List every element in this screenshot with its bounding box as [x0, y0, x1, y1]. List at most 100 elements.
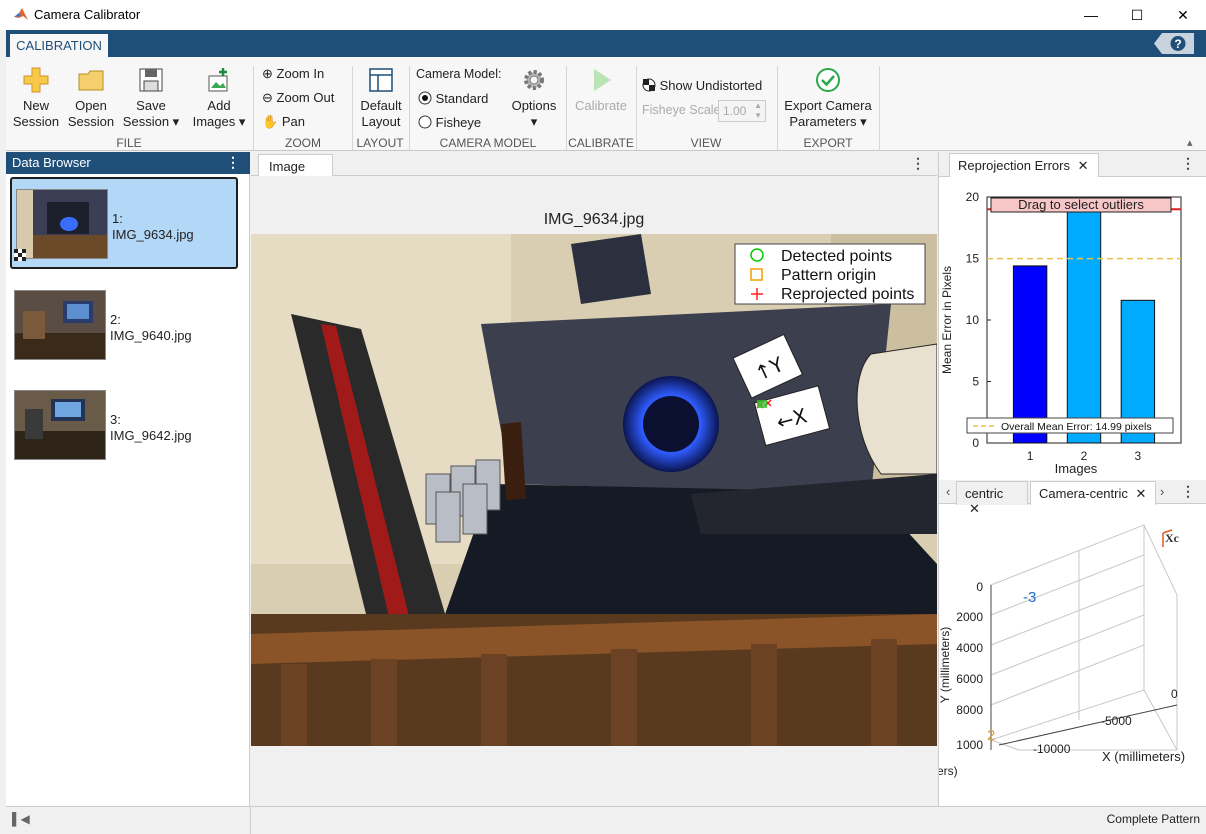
section-export: EXPORT	[803, 136, 853, 150]
svg-text:Xc: Xc	[1165, 531, 1180, 545]
list-item[interactable]: 2: IMG_9640.jpg	[10, 280, 238, 372]
tab-calibration[interactable]: CALIBRATION	[10, 32, 108, 58]
close-button[interactable]: ✕	[1160, 0, 1206, 30]
tab-image[interactable]: Image	[258, 154, 333, 176]
section-calibrate: CALIBRATE	[568, 136, 634, 150]
chevron-down-icon: ▾	[238, 114, 246, 129]
more-options-icon[interactable]: ⋮	[1181, 155, 1195, 172]
tab-camera-centric[interactable]: Camera-centric ✕	[1030, 481, 1156, 505]
export-camera-parameters-button[interactable]: Export Camera Parameters ▾	[782, 66, 874, 130]
list-item[interactable]: 3: IMG_9642.jpg	[10, 380, 238, 472]
scroll-left-icon[interactable]: ‹	[946, 484, 950, 499]
image-tab-bar	[251, 152, 937, 176]
data-browser-header: Data Browser ⋮	[6, 152, 250, 174]
x-tick: 0	[1171, 687, 1178, 701]
y-tick: 6000	[956, 672, 983, 686]
tab-reprojection-errors[interactable]: Reprojection Errors ✕	[949, 153, 1099, 177]
options-button[interactable]: Options ▾	[506, 66, 562, 130]
thumbnail-image	[14, 290, 106, 360]
thumbnail-image	[14, 390, 106, 460]
collapse-ribbon-icon[interactable]: ▴	[1187, 136, 1193, 149]
checkerboard-icon	[642, 78, 656, 92]
x-axis-label: X (millimeters)	[1102, 749, 1185, 764]
more-options-icon[interactable]: ⋮	[911, 155, 925, 172]
bar[interactable]	[1012, 265, 1048, 444]
minimize-button[interactable]: —	[1068, 0, 1114, 30]
thumbnail-image	[16, 189, 108, 259]
show-undistorted-button[interactable]: Show Undistorted	[642, 78, 762, 93]
list-item[interactable]: 1: IMG_9634.jpg	[10, 177, 238, 269]
default-layout-button[interactable]: Default Layout	[356, 66, 406, 130]
floppy-disk-icon	[139, 68, 163, 92]
section-file: FILE	[116, 136, 142, 150]
y-axis-label: Y (millimeters)	[939, 627, 952, 703]
help-icon: ?	[1174, 37, 1181, 51]
zoom-out-button[interactable]: ⊖ Zoom Out	[262, 90, 334, 106]
close-icon[interactable]: ✕	[1078, 158, 1089, 173]
divider	[879, 66, 880, 150]
add-images-button[interactable]: Add Images ▾	[188, 66, 250, 130]
fisheye-radio[interactable]: Fisheye	[418, 115, 481, 130]
camera-axes-icon: Xc	[1162, 529, 1180, 547]
legend-detected: Detected points	[781, 248, 892, 265]
reprojection-errors-chart: 05101520 123 Drag to select outliers Ove…	[940, 190, 1182, 476]
bar[interactable]	[1066, 208, 1102, 444]
y-tick: 2000	[956, 610, 983, 624]
plus-icon	[23, 67, 49, 93]
scroll-right-icon[interactable]: ›	[1160, 484, 1164, 499]
y-tick: 8000	[956, 703, 983, 717]
section-view: VIEW	[690, 136, 722, 150]
mean-legend-text: Overall Mean Error: 14.99 pixels	[1001, 421, 1152, 433]
more-options-icon[interactable]: ⋮	[226, 154, 240, 171]
zoom-out-icon: ⊖	[262, 90, 273, 105]
x-tick-label: 1	[1027, 449, 1034, 463]
calibrate-button[interactable]: Calibrate	[570, 66, 632, 114]
collapse-left-icon[interactable]: ▌◀	[12, 812, 30, 826]
y-tick-label: 10	[966, 313, 980, 327]
extrinsic-marker-2: 2	[987, 727, 995, 744]
chevron-down-icon: ▾	[530, 114, 538, 129]
zoom-in-button[interactable]: ⊕ Zoom In	[262, 66, 324, 82]
gear-icon	[524, 70, 544, 90]
help-button[interactable]: ?	[1154, 33, 1194, 54]
x-tick-label: 3	[1135, 449, 1142, 463]
tab-pattern-centric[interactable]: centric ✕	[956, 481, 1028, 516]
x-tick: -5000	[1101, 714, 1132, 728]
z-axis-label: ers)	[939, 764, 958, 778]
open-session-button[interactable]: Open Session	[66, 66, 116, 130]
y-tick-label: 5	[972, 375, 979, 389]
data-browser: 1: IMG_9634.jpg 2: IMG_9640.jpg 3: IMG_9642…	[6, 174, 250, 806]
section-layout: LAYOUT	[356, 136, 404, 150]
radio-selected-icon	[418, 91, 432, 105]
camera-model-label: Camera Model:	[416, 67, 502, 81]
fisheye-scale-input[interactable]: 1.00 ▲ ▼	[718, 100, 766, 122]
more-options-icon[interactable]: ⋮	[1181, 483, 1195, 500]
y-tick: 1000	[956, 738, 983, 752]
new-session-button[interactable]: New Session	[10, 66, 62, 130]
extrinsic-marker-3: -3	[1023, 589, 1036, 606]
y-tick-label: 0	[972, 436, 979, 450]
save-session-button[interactable]: Save Session ▾	[120, 66, 182, 130]
close-icon[interactable]: ✕	[1135, 486, 1146, 501]
calibration-image: ↑Y ←X Detected points Pattern origin Rep…	[251, 234, 937, 746]
layout-icon	[369, 68, 393, 92]
legend-origin: Pattern origin	[781, 267, 876, 284]
y-tick-label: 15	[966, 252, 980, 266]
chevron-down-icon: ▾	[172, 114, 180, 129]
drag-label: Drag to select outliers	[1018, 197, 1144, 212]
camera-centric-plot: 0 2000 4000 6000 8000 1000 -10000 -5000 …	[939, 524, 1185, 778]
section-camera-model: CAMERA MODEL	[439, 136, 537, 150]
maximize-button[interactable]: ☐	[1114, 0, 1160, 30]
status-bar: ▌◀ Complete Pattern	[6, 806, 1206, 834]
title-bar: Camera Calibrator — ☐ ✕	[0, 0, 1206, 30]
check-circle-icon	[816, 68, 840, 92]
y-axis-label: Mean Error in Pixels	[940, 266, 954, 374]
x-axis-label: Images	[1055, 461, 1098, 476]
matlab-logo-icon	[14, 8, 28, 20]
legend-reprojected: Reprojected points	[781, 286, 914, 303]
y-tick: 0	[976, 580, 983, 594]
add-images-icon	[208, 68, 228, 92]
standard-radio[interactable]: Standard	[418, 91, 488, 106]
pan-button[interactable]: ✋ Pan	[262, 114, 305, 130]
y-tick: 4000	[956, 641, 983, 655]
